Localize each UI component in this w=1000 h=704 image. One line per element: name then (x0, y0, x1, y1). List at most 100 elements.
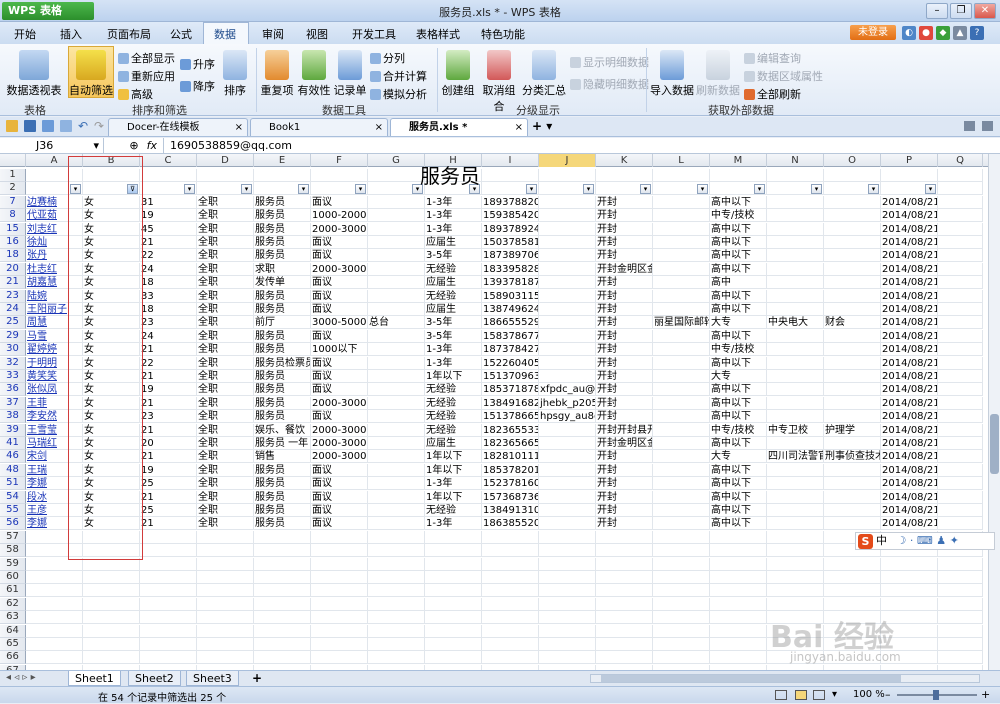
cell[interactable] (653, 638, 710, 651)
cell[interactable] (83, 638, 140, 651)
cell[interactable]: 21 (140, 423, 197, 437)
cell[interactable] (368, 437, 425, 450)
menu-data[interactable]: 数据 (214, 26, 236, 42)
row-header[interactable]: 48 (0, 463, 26, 477)
cell[interactable] (368, 209, 425, 223)
cell[interactable] (767, 544, 824, 558)
cell[interactable] (767, 557, 824, 571)
filter-dropdown-icon[interactable]: ▾ (241, 184, 252, 195)
cell[interactable] (482, 544, 539, 558)
cell[interactable]: 全职 (197, 490, 254, 504)
cell[interactable] (653, 544, 710, 558)
cell[interactable] (482, 611, 539, 625)
cell[interactable] (767, 517, 824, 531)
cell[interactable]: 2014/08/21 (881, 450, 938, 464)
cell[interactable]: 1863855203 (482, 517, 539, 531)
page-break-view-icon[interactable] (813, 690, 825, 700)
cell[interactable] (368, 396, 425, 410)
minimize-icon[interactable]: – (926, 3, 948, 19)
filter-dropdown-icon[interactable]: ▾ (298, 184, 309, 195)
close-icon[interactable]: ✕ (974, 3, 996, 19)
sort-desc-button[interactable]: 降序 (180, 78, 215, 94)
cell[interactable] (938, 557, 983, 571)
column-header-C[interactable]: C (140, 154, 197, 167)
cell[interactable]: 高中以下 (710, 517, 767, 531)
cell[interactable]: 服务员 (254, 209, 311, 223)
cell[interactable] (368, 410, 425, 424)
cell[interactable] (767, 329, 824, 343)
cell[interactable]: 31 (140, 195, 197, 209)
cell[interactable]: 高中以下 (710, 437, 767, 450)
cell[interactable] (539, 236, 596, 249)
cell[interactable] (539, 169, 596, 182)
column-header-G[interactable]: G (368, 154, 425, 167)
menu-table-style[interactable]: 表格样式 (416, 26, 460, 42)
cell[interactable]: 2014/08/21 (881, 410, 938, 424)
cell[interactable]: 22 (140, 356, 197, 370)
tab-service-staff[interactable]: 服务员.xls * × (390, 118, 528, 136)
cell[interactable]: 1503785811 (482, 236, 539, 249)
filter-dropdown-icon[interactable]: ▾ (868, 184, 879, 195)
cell[interactable] (311, 557, 368, 571)
column-header-Q[interactable]: Q (938, 154, 983, 167)
cell[interactable]: 服务员 (254, 504, 311, 517)
cell[interactable] (368, 169, 425, 182)
cell[interactable] (368, 195, 425, 209)
column-header-L[interactable]: L (653, 154, 710, 167)
cell[interactable] (824, 410, 881, 424)
cell[interactable]: 全职 (197, 437, 254, 450)
cell[interactable]: 21 (140, 236, 197, 249)
cell[interactable] (824, 584, 881, 598)
cell[interactable]: 2014/08/21 (881, 249, 938, 263)
cell[interactable]: 全职 (197, 262, 254, 276)
cell[interactable] (140, 611, 197, 625)
cell[interactable]: 高中以下 (710, 329, 767, 343)
cell[interactable] (767, 356, 824, 370)
cell[interactable] (539, 249, 596, 263)
cell[interactable] (653, 557, 710, 571)
cell[interactable]: 2014/08/21 (881, 343, 938, 357)
cell[interactable] (653, 209, 710, 223)
cell[interactable] (653, 303, 710, 316)
cell[interactable]: 服务员 (254, 383, 311, 397)
zoom-menu-icon[interactable]: ▾ (832, 689, 837, 700)
range-props-button[interactable]: 数据区域属性 (744, 68, 823, 84)
cell[interactable] (881, 597, 938, 611)
split-column-button[interactable]: 分列 (370, 50, 405, 66)
cell[interactable]: 3-5年 (425, 329, 482, 343)
cell[interactable]: 全职 (197, 410, 254, 424)
cell[interactable]: 开封 (596, 383, 653, 397)
row-header[interactable]: 18 (0, 249, 26, 263)
cell[interactable] (140, 530, 197, 544)
what-if-button[interactable]: 模拟分析 (370, 86, 427, 102)
cell[interactable]: 中专/技校 (710, 423, 767, 437)
cell[interactable] (824, 477, 881, 491)
show-detail-button[interactable]: 显示明细数据 (570, 54, 649, 70)
cell[interactable] (368, 517, 425, 531)
cell[interactable]: 1年以下 (425, 450, 482, 464)
normal-view-icon[interactable] (775, 690, 787, 700)
subtotal-button[interactable]: 分类汇总 (522, 50, 566, 98)
cell[interactable] (83, 571, 140, 584)
cell[interactable]: 1387496243 (482, 303, 539, 316)
cell[interactable]: 服务员 (254, 329, 311, 343)
shirt-icon[interactable]: ▲ (953, 26, 967, 40)
cell[interactable] (368, 544, 425, 558)
cell[interactable]: 18236553371429132983 (482, 423, 539, 437)
ungroup-button[interactable]: 取消组合 (478, 50, 520, 114)
cell[interactable]: 18 (140, 303, 197, 316)
cell[interactable] (539, 222, 596, 236)
cell[interactable] (938, 611, 983, 625)
cell[interactable] (938, 638, 983, 651)
cell[interactable] (767, 195, 824, 209)
cell[interactable] (254, 584, 311, 598)
cell[interactable]: 中专/技校 (710, 209, 767, 223)
cell[interactable]: jhebk_p205 (539, 396, 596, 410)
cell[interactable] (539, 450, 596, 464)
cell[interactable]: 开封 (596, 329, 653, 343)
cell[interactable]: 护理学 (824, 423, 881, 437)
cell[interactable]: 2014/08/21 (881, 437, 938, 450)
login-button[interactable]: 未登录 (850, 25, 896, 40)
cell[interactable]: 面议 (311, 517, 368, 531)
cell[interactable]: 2000-3000 (311, 450, 368, 464)
